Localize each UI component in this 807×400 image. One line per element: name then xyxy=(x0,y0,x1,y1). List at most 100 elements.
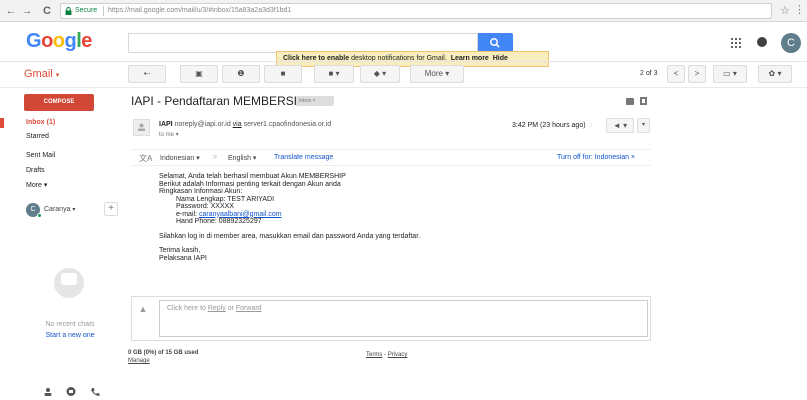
search-input[interactable] xyxy=(128,33,478,53)
delete-button[interactable]: ■ xyxy=(264,65,302,83)
sender-name: IAPI xyxy=(159,121,173,128)
phone-icon[interactable] xyxy=(90,387,100,397)
view-toggle-button[interactable]: ▭ ▾ xyxy=(713,65,747,83)
person-icon[interactable] xyxy=(43,387,53,397)
body-line: Berikut adalah Informasi penting terkait… xyxy=(159,180,341,188)
terms-link[interactable]: Terms xyxy=(366,352,382,358)
source-language-select[interactable]: Indonesian ▾ xyxy=(160,154,200,162)
browser-menu-icon[interactable]: ⋮ xyxy=(794,3,805,16)
address-bar[interactable]: Secure https://mail.google.com/mail/u/3/… xyxy=(60,3,772,19)
email-label: e-mail: xyxy=(176,210,199,218)
reply-link[interactable]: Reply xyxy=(208,305,226,312)
sender-email: noreply@iapi.or.id xyxy=(174,121,231,128)
back-to-inbox-button[interactable]: ⇠ xyxy=(128,65,166,83)
sender-line: IAPI noreply@iapi.or.id via server1.cpao… xyxy=(159,121,331,128)
newer-button[interactable]: < xyxy=(667,65,685,83)
divider xyxy=(103,6,104,16)
bookmark-star-icon[interactable]: ☆ xyxy=(780,4,790,17)
no-recent-chats-text: No recent chats xyxy=(45,321,95,328)
sidebar-item-starred[interactable]: Starred xyxy=(26,133,49,140)
new-window-icon[interactable] xyxy=(640,97,647,105)
translate-bar: 文A Indonesian ▾ > English ▾ Translate me… xyxy=(131,149,651,166)
add-chat-button[interactable]: + xyxy=(104,202,118,216)
message-time: 3:42 PM (23 hours ago) ☆ xyxy=(512,121,594,129)
browser-toolbar: ← → C Secure https://mail.google.com/mai… xyxy=(0,0,807,22)
pagination-text: 2 of 3 xyxy=(640,70,658,77)
via-server: server1.cpaofindonesia.or.id xyxy=(243,121,332,128)
chevron-down-icon: ▾ xyxy=(55,72,60,79)
email-link[interactable]: caranyaalbani@gmail.com xyxy=(199,211,282,218)
timestamp: 3:42 PM (23 hours ago) xyxy=(512,122,586,129)
sidebar-item-inbox[interactable]: Inbox (1) xyxy=(26,119,55,126)
body-line: Hand Phone: 08892325297 xyxy=(176,218,262,225)
logo-letter: o xyxy=(41,30,53,52)
translate-message-link[interactable]: Translate message xyxy=(274,154,333,161)
email-subject: IAPI - Pendaftaran MEMBERSHIP xyxy=(131,94,314,108)
chevron-down-icon: ▾ xyxy=(72,207,76,213)
move-to-button[interactable]: ■ ▾ xyxy=(314,65,354,83)
reload-icon[interactable]: C xyxy=(40,4,54,18)
star-icon[interactable]: ☆ xyxy=(588,122,594,129)
divider xyxy=(0,61,807,62)
forward-link[interactable]: Forward xyxy=(236,305,262,312)
arrow-right-icon: > xyxy=(213,154,218,161)
sidebar-item-drafts[interactable]: Drafts xyxy=(26,167,45,174)
apps-grid-icon[interactable] xyxy=(731,38,741,48)
turn-off-translation-link[interactable]: Turn off for: Indonesian × xyxy=(557,154,635,161)
more-actions-button[interactable]: ▾ xyxy=(637,118,650,133)
chat-user-name[interactable]: Caranya ▾ xyxy=(44,206,75,213)
sidebar-item-more[interactable]: More ▾ xyxy=(26,181,47,189)
logo-letter: e xyxy=(81,30,92,52)
print-icon[interactable] xyxy=(626,98,634,105)
storage-usage: 0 GB (0%) of 15 GB used xyxy=(128,350,199,356)
body-line: Password: XXXXX xyxy=(176,203,234,210)
search-icon xyxy=(490,38,500,48)
older-button[interactable]: > xyxy=(688,65,706,83)
account-avatar[interactable]: C xyxy=(781,33,801,53)
search-button[interactable] xyxy=(478,33,513,53)
recipient-details-toggle[interactable]: to me ▾ xyxy=(159,131,179,138)
inbox-label-chip[interactable]: Inbox × xyxy=(296,96,334,106)
lock-icon xyxy=(65,7,72,15)
gmail-label-text: Gmail xyxy=(24,68,53,80)
logo-letter: G xyxy=(26,30,42,52)
reply-or: or xyxy=(225,305,236,312)
sender-avatar xyxy=(133,119,150,136)
email-body: Selamat, Anda telah berhasil membuat Aku… xyxy=(159,173,420,262)
report-spam-button[interactable]: ❶ xyxy=(222,65,260,83)
body-line: Selamat, Anda telah berhasil membuat Aku… xyxy=(159,173,346,180)
privacy-link[interactable]: Privacy xyxy=(388,352,408,358)
logo-letter: o xyxy=(52,30,65,52)
body-line: Ringkasan Informasi Akun: xyxy=(159,188,243,195)
hangouts-quote-icon[interactable] xyxy=(66,387,76,397)
notifications-icon[interactable] xyxy=(757,37,767,47)
reply-prefix: Click here to xyxy=(167,305,208,312)
divider xyxy=(0,87,807,88)
google-logo[interactable]: Google xyxy=(26,30,92,53)
gmail-menu[interactable]: Gmail ▾ xyxy=(24,68,59,80)
online-status-icon xyxy=(37,213,42,218)
compose-button[interactable]: COMPOSE xyxy=(24,94,94,111)
url-text[interactable]: https://mail.google.com/mail/u/3/#inbox/… xyxy=(108,7,291,14)
target-language-select[interactable]: English ▾ xyxy=(228,154,256,162)
selected-indicator xyxy=(0,118,4,128)
manage-storage-link[interactable]: Manage xyxy=(128,358,150,364)
body-line: Nama Lengkap: TEST ARIYADI xyxy=(176,195,275,203)
body-line: Terima kasih, xyxy=(159,247,201,254)
archive-button[interactable]: ▣ xyxy=(180,65,218,83)
reply-button[interactable]: ◄ ▾ xyxy=(606,118,634,133)
back-icon[interactable]: ← xyxy=(4,4,18,18)
chat-user-label: Caranya xyxy=(44,206,71,213)
reply-box[interactable]: Click here to Reply or Forward xyxy=(159,300,648,337)
labels-button[interactable]: ◆ ▾ xyxy=(360,65,400,83)
quote-bubble-icon xyxy=(61,273,77,285)
secure-label: Secure xyxy=(75,7,98,14)
via-label[interactable]: via xyxy=(233,121,242,128)
translate-icon: 文A xyxy=(139,154,153,163)
body-line: Silahkan log in di member area, masukkan… xyxy=(159,232,421,240)
start-new-chat-link[interactable]: Start a new one xyxy=(0,332,140,339)
settings-button[interactable]: ✿ ▾ xyxy=(758,65,792,83)
forward-icon[interactable]: → xyxy=(20,4,34,18)
more-button[interactable]: More ▾ xyxy=(410,65,464,83)
sidebar-item-sent[interactable]: Sent Mail xyxy=(26,152,55,159)
